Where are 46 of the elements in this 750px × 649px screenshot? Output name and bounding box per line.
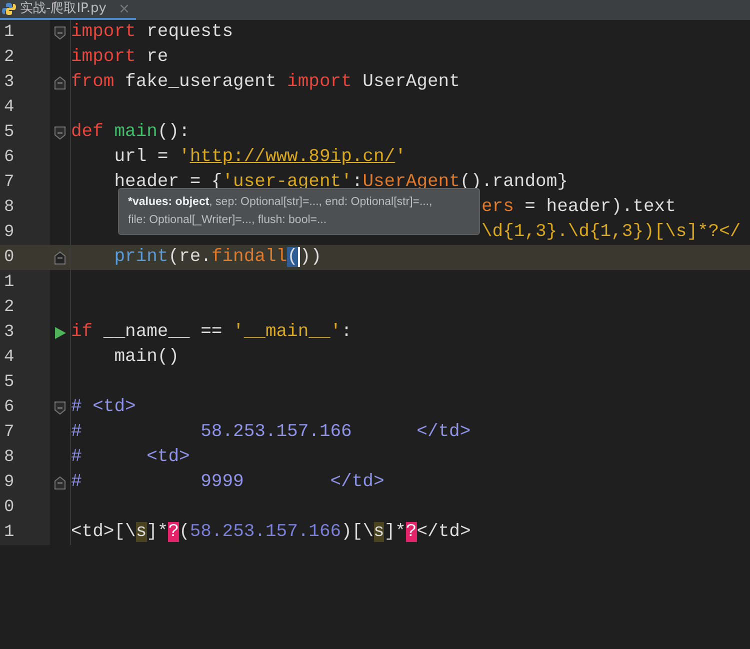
tooltip-text: *values: object, sep: Optional[str]=..., end: Optional[str]=..., bbox=[128, 196, 432, 208]
line-number: 5 bbox=[4, 123, 14, 142]
fold-icon[interactable] bbox=[54, 250, 66, 264]
code-line: import requests bbox=[71, 22, 234, 42]
code-line: <td>[\s]*?(58.253.157.166)[\s]*?</td> bbox=[71, 522, 471, 542]
line-number: 2 bbox=[4, 48, 14, 67]
code-line: def main(): bbox=[71, 122, 190, 142]
line-number: 0 bbox=[4, 498, 14, 517]
run-icon[interactable] bbox=[54, 326, 66, 338]
fold-icon[interactable] bbox=[54, 126, 66, 140]
line-number: 4 bbox=[4, 348, 14, 367]
code-line: url = 'http://www.89ip.cn/' bbox=[114, 147, 406, 167]
code-line: main() bbox=[114, 347, 180, 367]
line-number: 1 bbox=[4, 273, 14, 292]
line-number: 5 bbox=[4, 373, 14, 392]
line-number: 3 bbox=[4, 323, 14, 342]
line-number: 6 bbox=[4, 398, 14, 417]
line-number: 2 bbox=[4, 298, 14, 317]
line-number: 4 bbox=[4, 98, 14, 117]
line-number: 3 bbox=[4, 73, 14, 92]
line-number: 7 bbox=[4, 423, 14, 442]
code-line: from fake_useragent import UserAgent bbox=[71, 72, 460, 92]
line-number: 6 bbox=[4, 148, 14, 167]
line-number: 9 bbox=[4, 223, 14, 242]
line-number: 7 bbox=[4, 173, 14, 192]
line-number: 9 bbox=[4, 473, 14, 492]
line-number: 8 bbox=[4, 448, 14, 467]
fold-icon[interactable] bbox=[54, 26, 66, 40]
fold-icon[interactable] bbox=[54, 476, 66, 490]
code-line: # <td> bbox=[71, 447, 190, 467]
code-line: import re bbox=[71, 47, 168, 67]
code-line: # 58.253.157.166 </td> bbox=[71, 422, 471, 442]
code-line: ers = header).text bbox=[481, 197, 676, 217]
code-line: # <td> bbox=[71, 397, 136, 417]
line-number: 0 bbox=[4, 248, 14, 267]
tooltip-text: file: Optional[_Writer]=..., flush: bool=... bbox=[128, 214, 327, 226]
fold-icon[interactable] bbox=[54, 400, 66, 414]
line-number: 1 bbox=[4, 23, 14, 42]
code-line: if __name__ == '__main__': bbox=[71, 322, 352, 342]
line-number: 1 bbox=[4, 523, 14, 542]
code-line: \d{1,3}.\d{1,3})[\s]*?</ bbox=[481, 222, 741, 242]
code-line: # 9999 </td> bbox=[71, 472, 384, 492]
line-number: 8 bbox=[4, 198, 14, 217]
code-line: print(re.findall()) bbox=[114, 247, 322, 267]
python-file-icon bbox=[2, 2, 16, 16]
fold-icon[interactable] bbox=[54, 76, 66, 90]
